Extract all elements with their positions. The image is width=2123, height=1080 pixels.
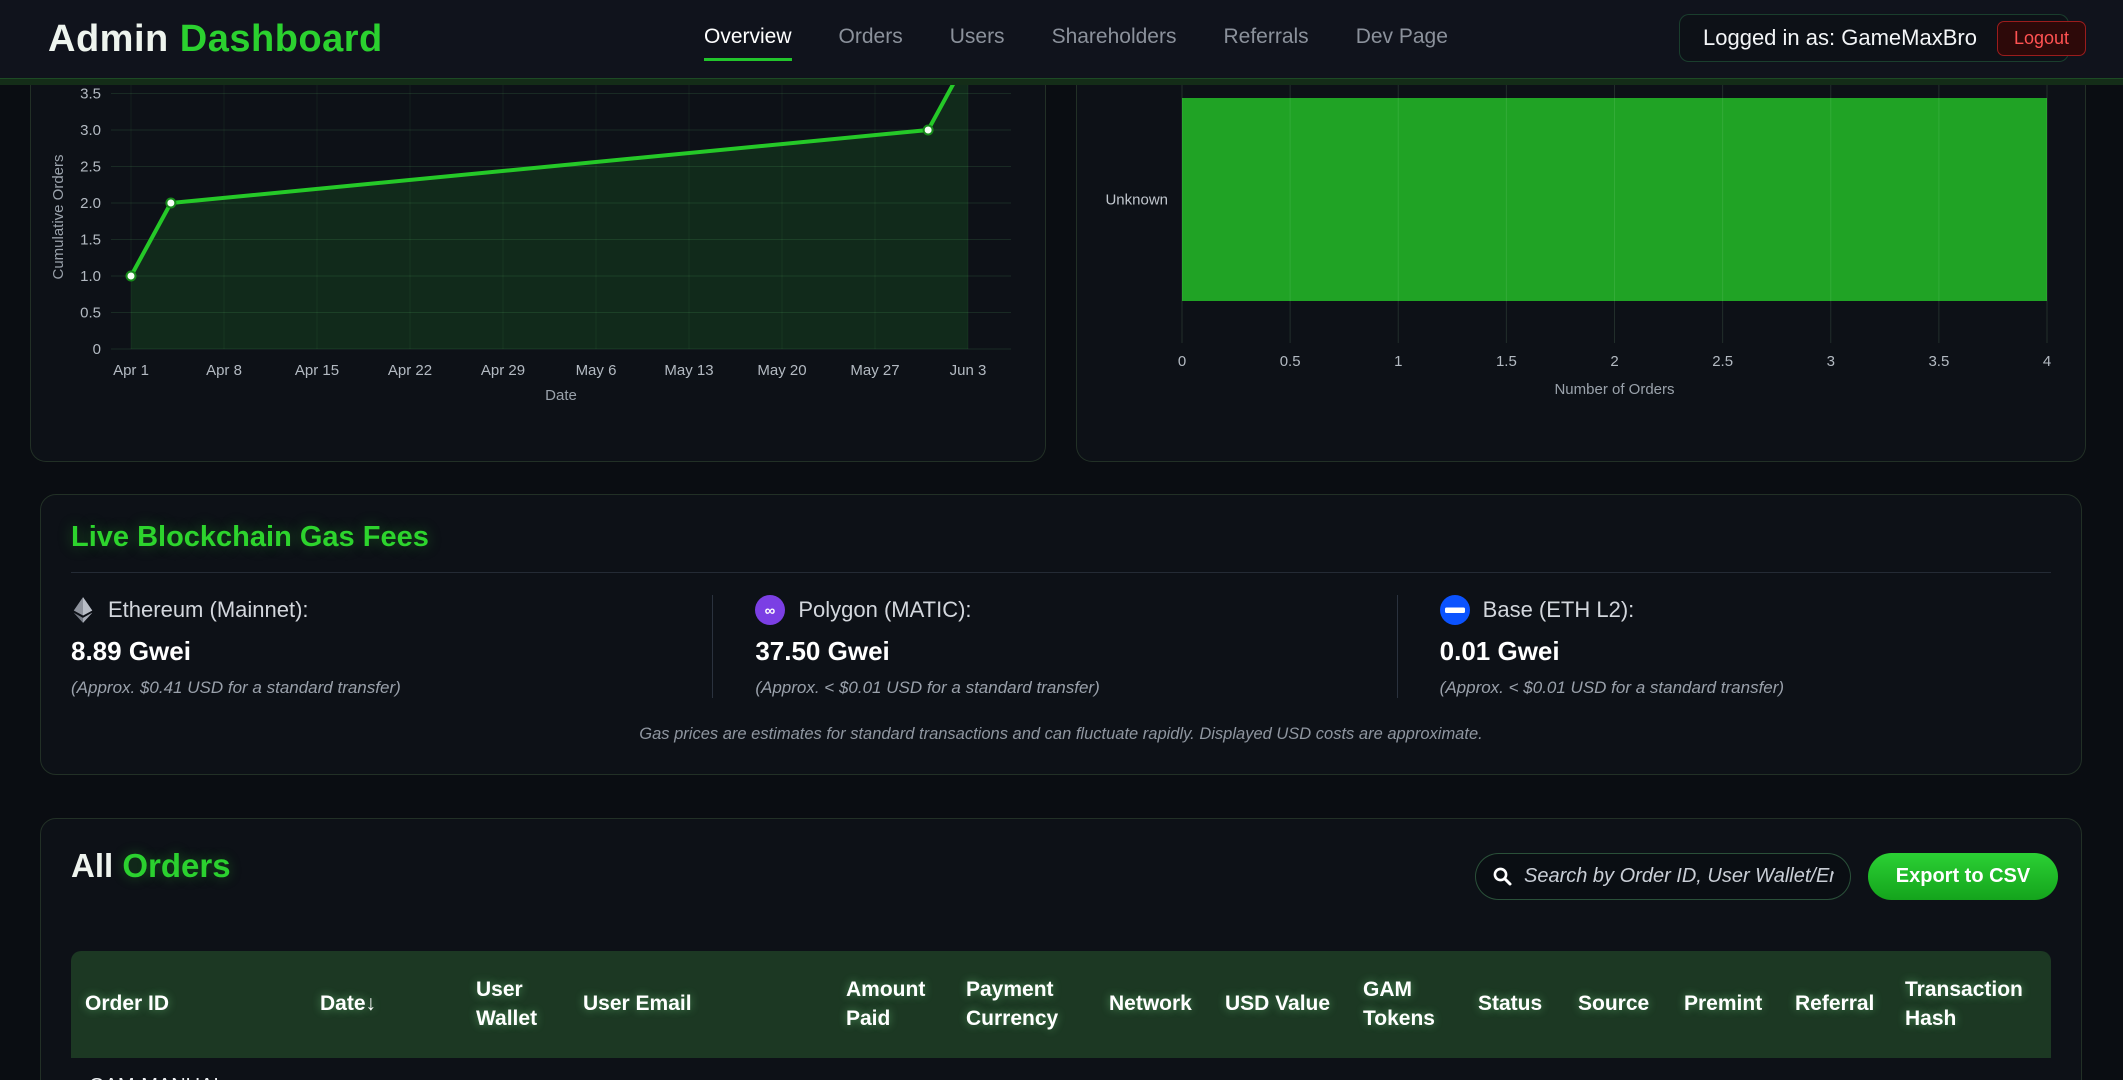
column-header-network[interactable]: Network bbox=[1095, 951, 1211, 1058]
brand-dashboard: Dashboard bbox=[180, 18, 383, 60]
search-input[interactable] bbox=[1524, 865, 1834, 888]
svg-text:2.0: 2.0 bbox=[80, 195, 101, 212]
svg-text:Apr 8: Apr 8 bbox=[206, 362, 242, 379]
export-csv-button[interactable]: Export to CSV bbox=[1868, 853, 2058, 900]
table-row[interactable]: GAM-MANUAL- bbox=[71, 1058, 2051, 1080]
svg-text:Apr 29: Apr 29 bbox=[481, 362, 525, 379]
nav-item-orders[interactable]: Orders bbox=[839, 17, 903, 61]
svg-text:2.5: 2.5 bbox=[80, 159, 101, 176]
cumulative-orders-line-chart: 0 0.5 1.0 1.5 2.0 2.5 3.0 3.5 Apr 1 Apr 8 Apr 15 Ap… bbox=[31, 85, 1045, 460]
gas-price-value: 37.50 Gwei bbox=[755, 636, 1354, 667]
gas-network-name: Ethereum (Mainnet): bbox=[108, 597, 309, 623]
gas-usd-note: (Approx. < $0.01 USD for a standard tran… bbox=[755, 678, 1354, 698]
gas-price-value: 8.89 Gwei bbox=[71, 636, 670, 667]
svg-text:2.5: 2.5 bbox=[1712, 353, 1733, 370]
logout-button[interactable]: Logout bbox=[1997, 21, 2086, 56]
cumulative-orders-chart-card: 0 0.5 1.0 1.5 2.0 2.5 3.0 3.5 Apr 1 Apr 8 Apr 15 Ap… bbox=[30, 85, 1046, 462]
column-header-usd-value[interactable]: USD Value bbox=[1211, 951, 1349, 1058]
gas-entry-polygon: ∞ Polygon (MATIC): 37.50 Gwei (Approx. < $0… bbox=[712, 595, 1396, 698]
nav-divider bbox=[0, 78, 2123, 85]
nav-item-shareholders[interactable]: Shareholders bbox=[1052, 17, 1177, 61]
column-header-amount-paid[interactable]: Amount Paid bbox=[832, 951, 952, 1058]
gas-fees-disclaimer: Gas prices are estimates for standard tr… bbox=[41, 725, 2081, 744]
column-header-user-email[interactable]: User Email bbox=[569, 951, 832, 1058]
svg-text:Apr 1: Apr 1 bbox=[113, 362, 149, 379]
gas-usd-note: (Approx. < $0.01 USD for a standard tran… bbox=[1440, 678, 2039, 698]
gas-entry-ethereum: Ethereum (Mainnet): 8.89 Gwei (Approx. $0.… bbox=[41, 595, 712, 698]
svg-text:Apr 15: Apr 15 bbox=[295, 362, 339, 379]
order-id-cell: GAM-MANUAL- bbox=[71, 1058, 306, 1080]
column-header-referral[interactable]: Referral bbox=[1781, 951, 1891, 1058]
svg-text:Apr 22: Apr 22 bbox=[388, 362, 432, 379]
brand-admin: Admin bbox=[48, 18, 169, 60]
svg-text:∞: ∞ bbox=[765, 603, 776, 620]
orders-table-header: Order IDDate↓User WalletUser EmailAmount… bbox=[71, 951, 2051, 1058]
top-nav: Admin Dashboard Overview Orders Users Share… bbox=[0, 0, 2123, 78]
gas-entry-base: Base (ETH L2): 0.01 Gwei (Approx. < $0.01 … bbox=[1397, 595, 2081, 698]
all-orders-card: All Orders Export to CSV Order IDDate↓Us… bbox=[40, 818, 2082, 1080]
column-header-user-wallet[interactable]: User Wallet bbox=[462, 951, 569, 1058]
gas-network-name: Polygon (MATIC): bbox=[798, 597, 971, 623]
base-icon bbox=[1440, 595, 1470, 625]
gas-fees-entries: Ethereum (Mainnet): 8.89 Gwei (Approx. $0.… bbox=[41, 595, 2081, 698]
all-orders-title: All Orders bbox=[71, 847, 231, 885]
orders-table: Order IDDate↓User WalletUser EmailAmount… bbox=[71, 951, 2051, 1080]
nav-item-dev-page[interactable]: Dev Page bbox=[1356, 17, 1448, 61]
number-of-orders-bar-chart: 0 0.5 1 1.5 2 2.5 3 3.5 4 Unknown Number of Orders bbox=[1077, 85, 2085, 460]
search-icon bbox=[1492, 866, 1513, 887]
login-status-box: Logged in as: GameMaxBro Logout bbox=[1679, 14, 2069, 62]
main-nav: Overview Orders Users Shareholders Referrals… bbox=[704, 0, 1448, 78]
sort-desc-icon: ↓ bbox=[366, 990, 377, 1018]
svg-text:May 20: May 20 bbox=[757, 362, 806, 379]
column-header-transaction-hash[interactable]: Transaction Hash bbox=[1891, 951, 2051, 1058]
svg-text:May 27: May 27 bbox=[850, 362, 899, 379]
nav-item-users[interactable]: Users bbox=[950, 17, 1005, 61]
svg-text:Cumulative Orders: Cumulative Orders bbox=[50, 154, 67, 279]
svg-text:May 6: May 6 bbox=[576, 362, 617, 379]
nav-item-referrals[interactable]: Referrals bbox=[1223, 17, 1308, 61]
svg-text:1.5: 1.5 bbox=[80, 232, 101, 249]
gas-fees-title: Live Blockchain Gas Fees bbox=[71, 521, 2051, 573]
svg-text:May 13: May 13 bbox=[664, 362, 713, 379]
svg-text:Date: Date bbox=[545, 387, 577, 404]
gas-usd-note: (Approx. $0.41 USD for a standard transf… bbox=[71, 678, 670, 698]
gas-network-name: Base (ETH L2): bbox=[1483, 597, 1635, 623]
svg-text:2: 2 bbox=[1610, 353, 1618, 370]
gas-price-value: 0.01 Gwei bbox=[1440, 636, 2039, 667]
column-header-gam-tokens[interactable]: GAM Tokens bbox=[1349, 951, 1464, 1058]
orders-count-chart-card: 0 0.5 1 1.5 2 2.5 3 3.5 4 Unknown Number of Orders bbox=[1076, 85, 2086, 462]
svg-text:Number of Orders: Number of Orders bbox=[1554, 381, 1674, 398]
svg-text:1.5: 1.5 bbox=[1496, 353, 1517, 370]
svg-text:1.0: 1.0 bbox=[80, 268, 101, 285]
svg-text:0: 0 bbox=[1178, 353, 1186, 370]
svg-text:3.5: 3.5 bbox=[80, 86, 101, 103]
svg-text:0: 0 bbox=[93, 341, 101, 358]
nav-item-overview[interactable]: Overview bbox=[704, 17, 792, 61]
ethereum-icon bbox=[71, 595, 95, 625]
svg-text:0.5: 0.5 bbox=[80, 305, 101, 322]
column-header-source[interactable]: Source bbox=[1564, 951, 1670, 1058]
svg-text:Jun 3: Jun 3 bbox=[950, 362, 987, 379]
svg-text:3: 3 bbox=[1827, 353, 1835, 370]
orders-search bbox=[1475, 853, 1851, 900]
svg-text:3.5: 3.5 bbox=[1928, 353, 1949, 370]
gas-fees-card: Live Blockchain Gas Fees Ethereum (Mainn… bbox=[40, 494, 2082, 775]
column-header-status[interactable]: Status bbox=[1464, 951, 1564, 1058]
column-header-order-id[interactable]: Order ID bbox=[71, 951, 306, 1058]
admin-dashboard-page: Admin Dashboard Overview Orders Users Share… bbox=[0, 0, 2123, 1080]
column-header-premint[interactable]: Premint bbox=[1670, 951, 1781, 1058]
column-header-payment-currency[interactable]: Payment Currency bbox=[952, 951, 1095, 1058]
polygon-icon: ∞ bbox=[755, 595, 785, 625]
svg-text:4: 4 bbox=[2043, 353, 2051, 370]
svg-text:0.5: 0.5 bbox=[1280, 353, 1301, 370]
svg-text:3.0: 3.0 bbox=[80, 122, 101, 139]
svg-text:Unknown: Unknown bbox=[1105, 192, 1168, 209]
page-title: Admin Dashboard bbox=[48, 18, 383, 61]
logged-in-text: Logged in as: GameMaxBro bbox=[1703, 25, 1977, 51]
svg-text:1: 1 bbox=[1394, 353, 1402, 370]
column-header-date[interactable]: Date↓ bbox=[306, 951, 462, 1058]
